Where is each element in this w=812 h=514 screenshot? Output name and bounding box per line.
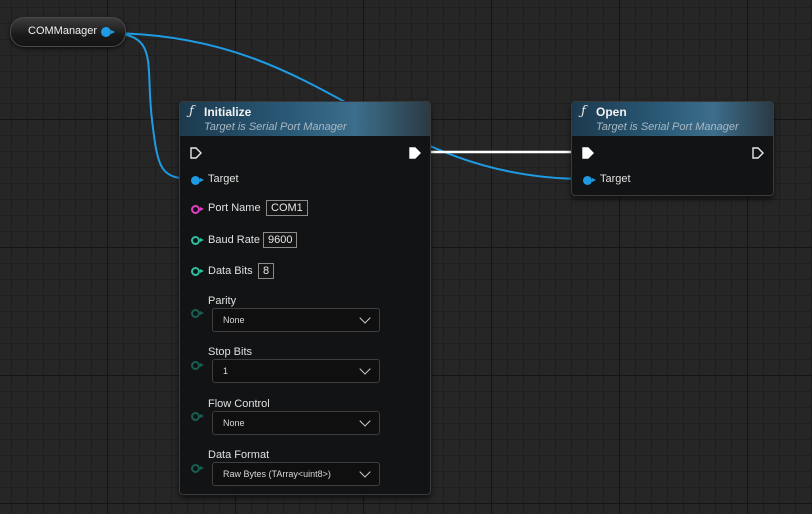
baud-rate-label: Baud Rate (208, 234, 260, 246)
flow-control-selected: None (223, 418, 245, 428)
baud-rate-pin[interactable] (191, 236, 200, 245)
data-format-label: Data Format (208, 449, 270, 461)
target-pin[interactable] (583, 176, 592, 185)
exec-in-icon[interactable] (582, 147, 594, 159)
flow-control-pin[interactable] (191, 412, 200, 421)
flow-control-label: Flow Control (208, 398, 270, 410)
chevron-down-icon (359, 312, 371, 324)
initialize-node-header[interactable]: ƒ Initialize Target is Serial Port Manag… (180, 102, 430, 136)
port-name-input[interactable]: COM1 (266, 200, 308, 216)
port-name-pin[interactable] (191, 205, 200, 214)
parity-selected: None (223, 315, 245, 325)
flow-control-dropdown[interactable]: None (212, 411, 380, 435)
stop-bits-selected: 1 (223, 366, 229, 376)
data-format-selected: Raw Bytes (TArray<uint8>) (223, 469, 331, 479)
open-subtitle: Target is Serial Port Manager (596, 121, 739, 133)
parity-label: Parity (208, 295, 237, 307)
initialize-node[interactable]: ƒ Initialize Target is Serial Port Manag… (179, 101, 431, 495)
data-format-pin[interactable] (191, 464, 200, 473)
chevron-down-icon (359, 415, 371, 427)
stop-bits-pin-arrow (200, 363, 204, 367)
commanager-variable-node[interactable]: COMManager (10, 17, 126, 47)
parity-pin[interactable] (191, 309, 200, 318)
port-name-pin-arrow (200, 207, 204, 211)
target-pin-arrow (200, 178, 204, 182)
target-label: Target (600, 173, 631, 185)
data-bits-label: Data Bits (208, 265, 253, 277)
function-f-icon: ƒ (581, 104, 586, 119)
target-label: Target (208, 173, 239, 185)
open-title: Open (596, 105, 627, 119)
open-node-header[interactable]: ƒ Open Target is Serial Port Manager (572, 102, 773, 136)
exec-out-icon[interactable] (409, 147, 421, 159)
function-f-icon: ƒ (189, 104, 194, 119)
data-bits-pin[interactable] (191, 267, 200, 276)
parity-pin-arrow (200, 311, 204, 315)
chevron-down-icon (359, 466, 371, 478)
commanager-label: COMManager (28, 25, 98, 37)
data-bits-input[interactable]: 8 (258, 263, 275, 279)
data-format-dropdown[interactable]: Raw Bytes (TArray<uint8>) (212, 462, 380, 486)
exec-in-icon[interactable] (190, 147, 202, 159)
commanager-pin-arrow (111, 30, 115, 34)
parity-dropdown[interactable]: None (212, 308, 380, 332)
baud-rate-pin-arrow (200, 238, 204, 242)
initialize-subtitle: Target is Serial Port Manager (204, 121, 347, 133)
flow-control-pin-arrow (200, 414, 204, 418)
target-pin[interactable] (191, 176, 200, 185)
stop-bits-label: Stop Bits (208, 346, 253, 358)
data-bits-pin-arrow (200, 269, 204, 273)
port-name-label: Port Name (208, 202, 261, 214)
commanager-output-pin[interactable] (101, 27, 111, 37)
initialize-title: Initialize (204, 105, 252, 119)
open-node[interactable]: ƒ Open Target is Serial Port Manager Tar… (571, 101, 774, 196)
exec-out-icon[interactable] (752, 147, 764, 159)
baud-rate-input[interactable]: 9600 (263, 232, 298, 248)
stop-bits-pin[interactable] (191, 361, 200, 370)
stop-bits-dropdown[interactable]: 1 (212, 359, 380, 383)
chevron-down-icon (359, 363, 371, 375)
data-format-pin-arrow (200, 466, 204, 470)
target-pin-arrow (592, 178, 596, 182)
